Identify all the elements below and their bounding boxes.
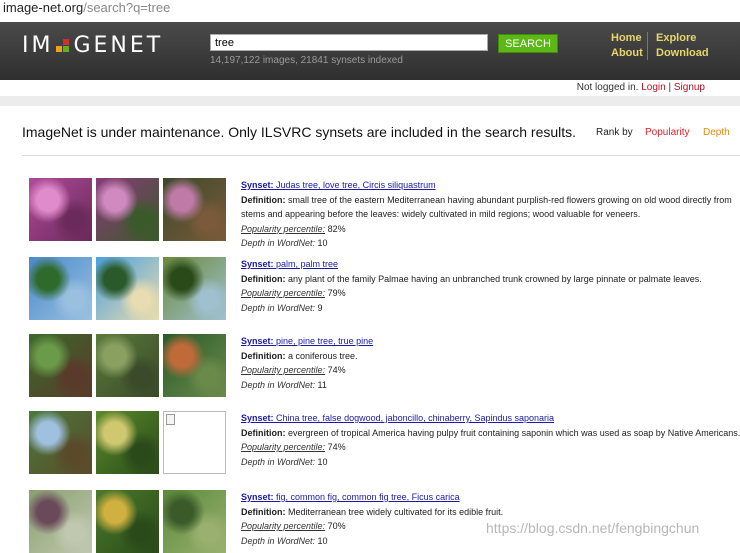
result-info: Synset: pine, pine tree, true pine Defini…	[241, 334, 740, 392]
result-info: Synset: China tree, false dogwood, jabon…	[241, 411, 740, 469]
synset-link[interactable]: Synset: fig, common fig, common fig tree…	[241, 492, 460, 502]
synset-link[interactable]: Synset: pine, pine tree, true pine	[241, 336, 373, 346]
logo-blocks-icon	[56, 39, 70, 53]
result-thumbnail[interactable]	[163, 334, 226, 397]
popularity-percentile: Popularity percentile: 82%	[241, 223, 346, 234]
result-info: Synset: Judas tree, love tree, Circis si…	[241, 178, 740, 251]
watermark: https://blog.csdn.net/fengbingchun	[486, 520, 700, 536]
search-button[interactable]: SEARCH	[498, 34, 558, 53]
result-thumbnail[interactable]	[29, 411, 92, 474]
address-host: image-net.org	[3, 0, 84, 15]
logo-text-left: IM	[22, 33, 54, 58]
popularity-percentile: Popularity percentile: 79%	[241, 288, 346, 298]
nav-left: Home About	[611, 31, 643, 61]
result-thumbnail[interactable]	[96, 178, 159, 241]
synset-link[interactable]: Synset: palm, palm tree	[241, 259, 338, 269]
search-input[interactable]	[210, 34, 488, 51]
result-thumbnail[interactable]	[163, 178, 226, 241]
result-info: Synset: fig, common fig, common fig tree…	[241, 490, 740, 548]
login-status-text: Not logged in.	[576, 82, 639, 93]
synset-definition: Definition: Mediterranean tree widely cu…	[241, 506, 504, 517]
result-thumbnail[interactable]	[96, 334, 159, 397]
rank-by-label: Rank by	[596, 127, 633, 138]
result-thumbnail[interactable]	[29, 334, 92, 397]
result-thumbnail[interactable]	[29, 490, 92, 553]
index-stats: 14,197,122 images, 21841 synsets indexed	[210, 55, 403, 66]
result-info: Synset: palm, palm tree Definition: any p…	[241, 257, 740, 315]
logo-text-right: GENET	[73, 33, 164, 58]
header-strip	[0, 96, 740, 106]
results-divider	[22, 155, 740, 156]
nav-home-link[interactable]: Home	[611, 31, 643, 46]
result-thumbnail[interactable]	[29, 257, 92, 320]
result-thumbnail[interactable]	[163, 490, 226, 553]
maintenance-notice: ImageNet is under maintenance. Only ILSV…	[22, 124, 577, 140]
login-separator: |	[668, 82, 672, 93]
wordnet-depth: Depth in WordNet: 10	[241, 456, 328, 467]
nav-right: Explore Download	[656, 31, 709, 61]
address-bar[interactable]: image-net.org/search?q=tree	[0, 0, 740, 22]
result-thumbnail[interactable]	[96, 490, 159, 553]
synset-link[interactable]: Synset: China tree, false dogwood, jabon…	[241, 413, 554, 423]
login-link[interactable]: Login	[641, 82, 665, 93]
synset-definition: Definition: any plant of the family Palm…	[241, 273, 702, 284]
signup-link[interactable]: Signup	[674, 82, 705, 93]
synset-definition: Definition: small tree of the eastern Me…	[241, 194, 732, 220]
result-thumbnail[interactable]	[29, 178, 92, 241]
rank-depth-link[interactable]: Depth	[703, 127, 730, 138]
broken-image-icon[interactable]	[163, 411, 226, 474]
popularity-percentile: Popularity percentile: 74%	[241, 442, 346, 452]
nav-explore-link[interactable]: Explore	[656, 31, 709, 46]
imagenet-logo[interactable]: IM GENET	[22, 33, 163, 61]
nav-about-link[interactable]: About	[611, 46, 643, 61]
synset-link[interactable]: Synset: Judas tree, love tree, Circis si…	[241, 180, 436, 190]
result-thumbnail[interactable]	[96, 411, 159, 474]
nav-divider	[647, 32, 648, 60]
login-status: Not logged in. Login | Signup	[577, 82, 705, 93]
wordnet-depth: Depth in WordNet: 11	[241, 379, 327, 390]
address-path: /search?q=tree	[83, 0, 171, 15]
synset-definition: Definition: evergreen of tropical Americ…	[241, 427, 740, 438]
result-thumbnail[interactable]	[163, 257, 226, 320]
site-header: IM GENET SEARCH 14,197,122 images, 21841 …	[0, 22, 740, 80]
wordnet-depth: Depth in WordNet: 9	[241, 302, 323, 313]
result-thumbnail[interactable]	[96, 257, 159, 320]
popularity-percentile: Popularity percentile: 74%	[241, 365, 346, 375]
wordnet-depth: Depth in WordNet: 10	[241, 238, 328, 248]
rank-popularity-link[interactable]: Popularity	[645, 127, 689, 138]
nav-download-link[interactable]: Download	[656, 46, 709, 61]
synset-definition: Definition: a coniferous tree.	[241, 350, 358, 361]
